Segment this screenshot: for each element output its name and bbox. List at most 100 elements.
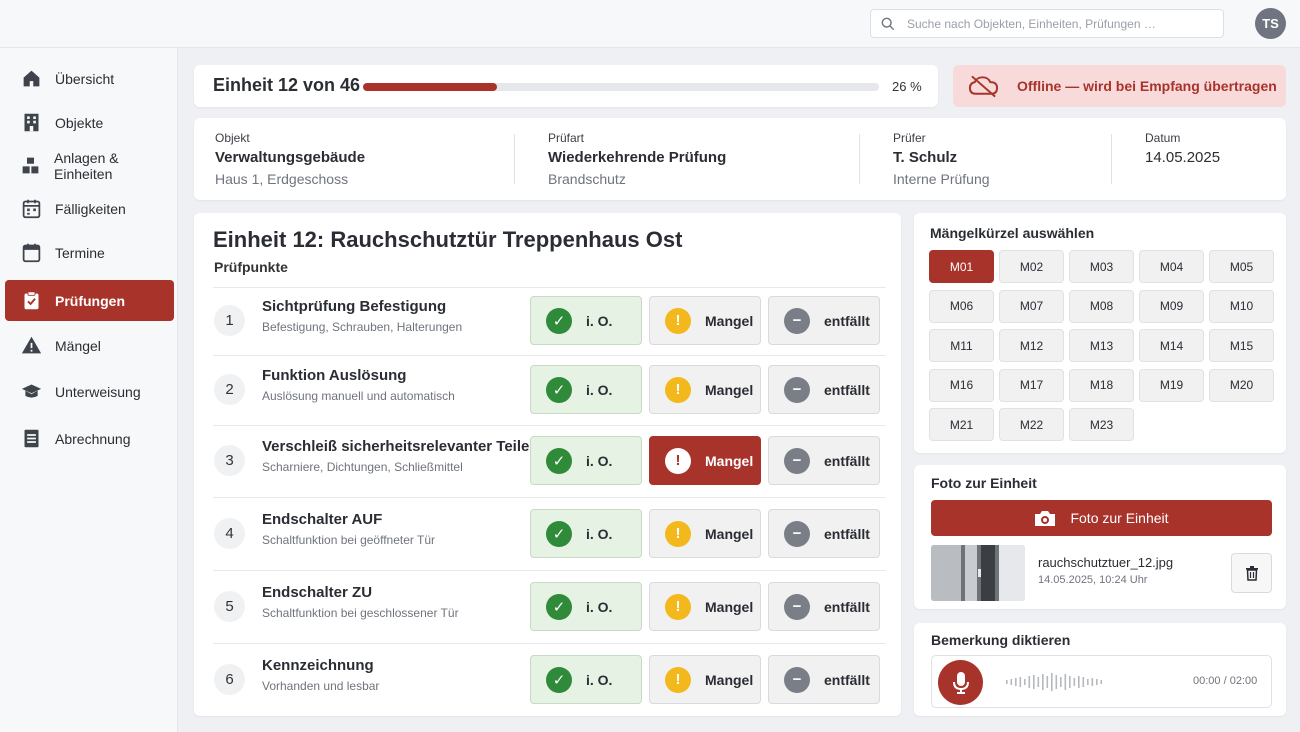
defect-code-button[interactable]: M08 [1069, 289, 1134, 323]
check-icon: ✓ [546, 307, 572, 334]
unit-title: Einheit 12: Rauchschutztür Treppenhaus O… [213, 227, 683, 252]
defect-button[interactable]: ! Mangel [649, 296, 761, 345]
progress-percent: 26 % [892, 79, 922, 94]
checkpoint-number: 5 [214, 591, 245, 622]
sidebar-item-termine[interactable]: Termine [5, 232, 174, 273]
defect-label: Mangel [705, 671, 754, 688]
not-applicable-button[interactable]: − entfällt [768, 296, 880, 345]
info-pruefart: Prüfart Wiederkehrende Prüfung Brandschu… [548, 131, 726, 187]
checkpoint-title: Sichtprüfung Befestigung [262, 298, 447, 315]
defect-code-button[interactable]: M09 [1139, 289, 1204, 323]
ok-button[interactable]: ✓ i. O. [530, 365, 642, 414]
info-value: Verwaltungsgebäude [215, 149, 366, 166]
sidebar-item-label: Übersicht [55, 70, 115, 87]
voice-recorder: 00:00 / 02:00 [931, 655, 1272, 708]
not-applicable-label: entfällt [824, 525, 870, 542]
sidebar-item-faelligkeiten[interactable]: Fälligkeiten [5, 188, 174, 229]
not-applicable-label: entfällt [824, 452, 870, 469]
defect-code-button[interactable]: M05 [1209, 250, 1274, 283]
ok-button[interactable]: ✓ i. O. [530, 655, 642, 704]
ok-button[interactable]: ✓ i. O. [530, 436, 642, 485]
not-applicable-button[interactable]: − entfällt [768, 509, 880, 558]
home-icon [20, 68, 42, 90]
defect-button[interactable]: ! Mangel [649, 509, 761, 558]
check-icon: ✓ [546, 666, 572, 693]
sidebar-item-unterweisung[interactable]: Unterweisung [5, 371, 174, 412]
sidebar-item-anlagen[interactable]: Anlagen & Einheiten [5, 145, 174, 186]
defect-label: Mangel [705, 381, 754, 398]
sidebar-item-label: Anlagen & Einheiten [54, 149, 119, 182]
defect-code-button[interactable]: M06 [929, 289, 994, 323]
ok-button[interactable]: ✓ i. O. [530, 296, 642, 345]
defect-code-button[interactable]: M20 [1209, 368, 1274, 402]
checkpoint-title: Funktion Auslösung [262, 367, 407, 384]
defect-code-button[interactable]: M10 [1209, 289, 1274, 323]
checkpoint-title: Endschalter AUF [262, 511, 383, 528]
divider [859, 134, 860, 184]
waveform-bar [1051, 673, 1053, 691]
search-input[interactable] [907, 16, 1207, 31]
waveform-bar [1042, 674, 1044, 690]
waveform-bar [1010, 679, 1013, 685]
defect-code-button[interactable]: M23 [1069, 408, 1134, 441]
defect-code-button[interactable]: M07 [999, 289, 1064, 323]
check-icon: ✓ [546, 593, 572, 620]
defect-code-button[interactable]: M13 [1069, 329, 1134, 362]
defect-code-button[interactable]: M17 [999, 368, 1064, 402]
defect-code-button[interactable]: M14 [1139, 329, 1204, 362]
not-applicable-button[interactable]: − entfällt [768, 655, 880, 704]
not-applicable-label: entfällt [824, 671, 870, 688]
sidebar-item-maengel[interactable]: Mängel [5, 325, 174, 366]
defect-code-button[interactable]: M04 [1139, 250, 1204, 283]
not-applicable-button[interactable]: − entfällt [768, 436, 880, 485]
defect-code-button[interactable]: M03 [1069, 250, 1134, 283]
add-photo-button[interactable]: Foto zur Einheit [931, 500, 1272, 536]
building-icon [20, 112, 42, 134]
offline-banner: Offline — wird bei Empfang übertragen [953, 65, 1286, 107]
photo-title: Foto zur Einheit [931, 475, 1037, 491]
calendar-grid-icon [20, 198, 42, 220]
not-applicable-button[interactable]: − entfällt [768, 365, 880, 414]
exclamation-icon: ! [665, 447, 691, 474]
defect-button[interactable]: ! Mangel [649, 436, 761, 485]
defect-button[interactable]: ! Mangel [649, 655, 761, 704]
not-applicable-button[interactable]: − entfällt [768, 582, 880, 631]
not-applicable-label: entfällt [824, 598, 870, 615]
record-button[interactable] [938, 660, 983, 705]
defect-code-button[interactable]: M19 [1139, 368, 1204, 402]
sidebar-item-pruefungen[interactable]: Prüfungen [5, 280, 174, 321]
defect-button[interactable]: ! Mangel [649, 582, 761, 631]
defect-code-button[interactable]: M22 [999, 408, 1064, 441]
exclamation-icon: ! [665, 376, 691, 403]
ok-button[interactable]: ✓ i. O. [530, 582, 642, 631]
defect-code-button[interactable]: M11 [929, 329, 994, 362]
checkpoint-row: 3 Verschleiß sicherheitsrelevanter Teile S… [213, 425, 886, 495]
defect-code-button[interactable]: M15 [1209, 329, 1274, 362]
user-avatar[interactable]: TS [1255, 8, 1286, 39]
exclamation-icon: ! [665, 520, 691, 547]
defect-button[interactable]: ! Mangel [649, 365, 761, 414]
ok-label: i. O. [586, 452, 613, 469]
top-bar: TS [0, 0, 1300, 48]
defect-code-button[interactable]: M01 [929, 250, 994, 283]
defect-code-button[interactable]: M16 [929, 368, 994, 402]
waveform-bar [1091, 678, 1094, 686]
minus-icon: − [784, 376, 810, 403]
photo-thumbnail[interactable] [931, 545, 1025, 601]
info-label: Objekt [215, 131, 250, 145]
checkpoint-subtitle: Auslösung manuell und automatisch [262, 389, 455, 403]
ok-button[interactable]: ✓ i. O. [530, 509, 642, 558]
checkpoint-subtitle: Scharniere, Dichtungen, Schließmittel [262, 460, 463, 474]
defect-code-button[interactable]: M21 [929, 408, 994, 441]
defect-code-button[interactable]: M12 [999, 329, 1064, 362]
minus-icon: − [784, 520, 810, 547]
defect-code-button[interactable]: M02 [999, 250, 1064, 283]
progress-fill [363, 83, 498, 91]
sidebar-item-uebersicht[interactable]: Übersicht [5, 58, 174, 99]
delete-photo-button[interactable] [1231, 553, 1272, 593]
defect-code-button[interactable]: M18 [1069, 368, 1134, 402]
search-box[interactable] [870, 9, 1224, 38]
sidebar-item-objekte[interactable]: Objekte [5, 102, 174, 143]
sidebar-item-abrechnung[interactable]: Abrechnung [5, 418, 174, 459]
clipboard-check-icon [20, 290, 42, 312]
